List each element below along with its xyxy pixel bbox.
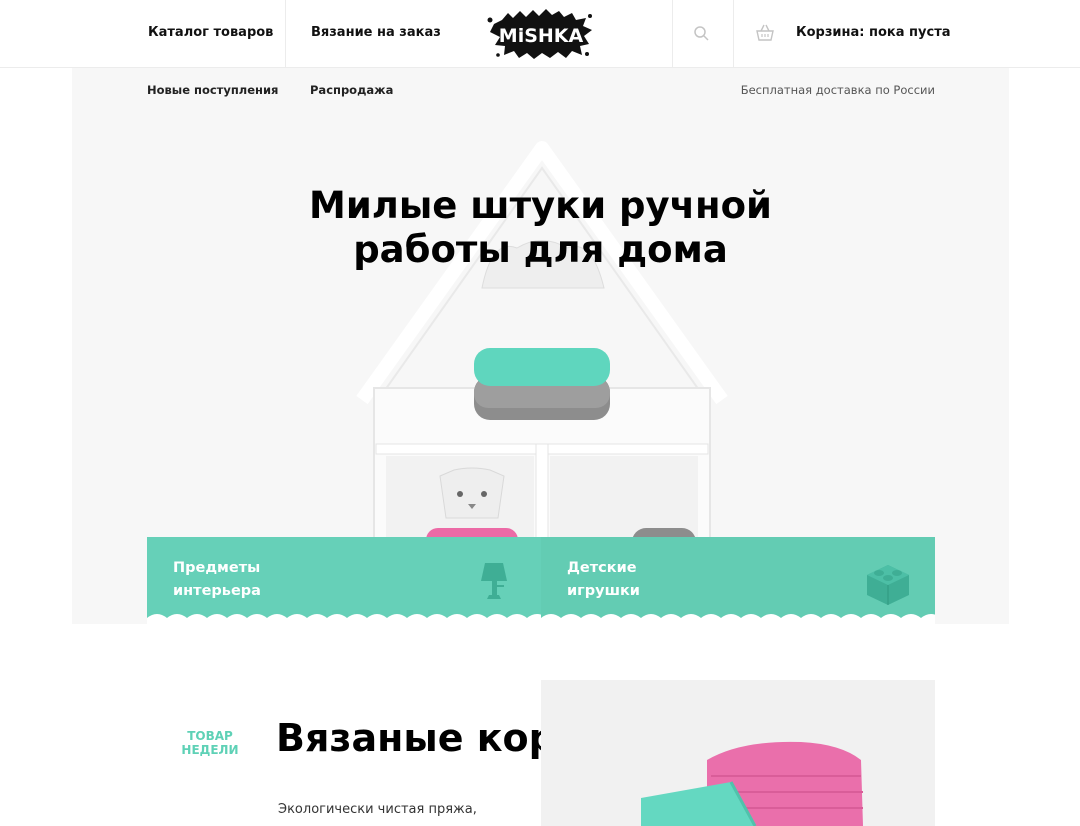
category-label-line: интерьера xyxy=(173,583,261,599)
category-label-line: игрушки xyxy=(567,583,640,599)
hero-title-line: работы для дома xyxy=(353,228,728,271)
category-label-line: Предметы xyxy=(173,560,261,576)
header-divider xyxy=(733,0,734,68)
header-divider xyxy=(672,0,673,68)
catalog-link[interactable]: Каталог товаров xyxy=(148,25,273,40)
scallop-edge xyxy=(147,614,541,624)
scallop-edge xyxy=(541,614,935,624)
basket-icon[interactable] xyxy=(754,22,776,44)
product-photo[interactable] xyxy=(541,680,935,826)
custom-knit-link[interactable]: Вязание на заказ xyxy=(311,25,441,40)
hero-title: Милые штуки ручной работы для дома xyxy=(72,184,1009,272)
header-divider xyxy=(285,0,286,68)
category-label-line: Детские xyxy=(567,560,637,576)
category-tile-interior[interactable]: Предметы интерьера xyxy=(147,537,541,624)
svg-text:MiSHKA: MiSHKA xyxy=(499,25,584,47)
knitted-basket-image xyxy=(541,680,935,826)
sale-link[interactable]: Распродажа xyxy=(310,83,393,97)
category-label: Предметы интерьера xyxy=(173,557,323,603)
hero-title-line: Милые штуки ручной xyxy=(309,184,772,227)
free-delivery-note: Бесплатная доставка по России xyxy=(740,83,935,97)
category-label: Детские игрушки xyxy=(567,557,717,603)
logo-graphic: MiSHKA xyxy=(487,9,592,59)
mishka-logo[interactable]: MiSHKA xyxy=(486,8,596,60)
cart-link[interactable]: Корзина: пока пуста xyxy=(796,25,951,40)
badge-line: ТОВАР xyxy=(187,729,233,743)
lamp-icon xyxy=(481,563,507,599)
product-description: Экологически чистая пряжа, xyxy=(278,802,477,817)
badge-line: НЕДЕЛИ xyxy=(181,743,239,757)
toy-block-icon xyxy=(867,565,909,605)
product-of-week-badge: ТОВАР НЕДЕЛИ xyxy=(178,729,242,757)
category-tile-toys[interactable]: Детские игрушки xyxy=(541,537,935,624)
site-header: Каталог товаров Вязание на заказ MiSHKA … xyxy=(0,0,1080,68)
search-icon[interactable] xyxy=(692,24,712,44)
new-arrivals-link[interactable]: Новые поступления xyxy=(147,83,278,97)
